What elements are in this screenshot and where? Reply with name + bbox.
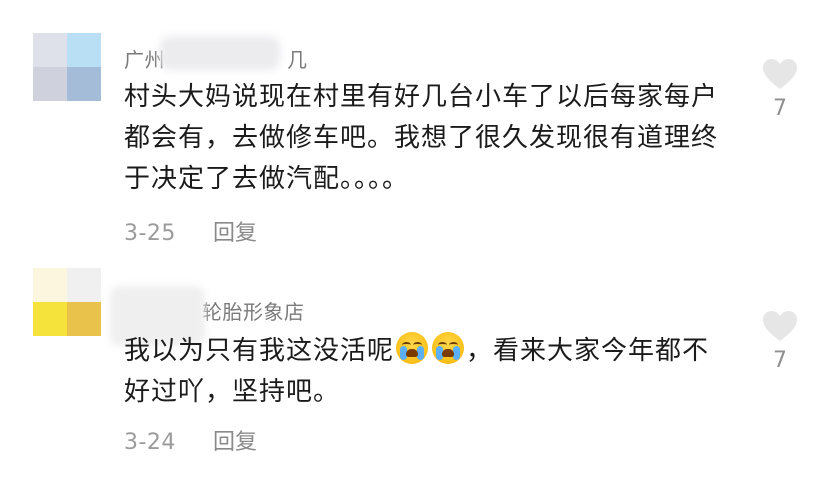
- avatar-mosaic-cell: [33, 33, 67, 67]
- name-blur-mask: [160, 36, 280, 70]
- username-visible-prefix: 广州: [124, 48, 165, 72]
- crying-face-icon: [432, 332, 465, 364]
- like-button[interactable]: 7: [758, 310, 802, 373]
- heart-icon: [763, 59, 797, 89]
- avatar[interactable]: [33, 268, 101, 336]
- avatar-mosaic-cell: [33, 67, 67, 101]
- avatar-mosaic-cell: [33, 302, 67, 336]
- username-visible-suffix: 轮胎形象店: [202, 300, 305, 324]
- comment-text: 我以为只有我这没活呢 ，看来大家今年都不好过吖，坚持吧。: [124, 331, 736, 413]
- reply-button[interactable]: 回复: [213, 430, 257, 455]
- username-visible-suffix: 几: [287, 48, 308, 72]
- avatar[interactable]: [33, 33, 101, 101]
- avatar-mosaic-cell: [33, 268, 67, 302]
- like-button[interactable]: 7: [758, 58, 802, 121]
- avatar-mosaic-cell: [67, 33, 101, 67]
- comment-date: 3-24: [124, 430, 176, 455]
- comment-meta: 3-24 回复: [124, 424, 257, 456]
- avatar-mosaic-cell: [67, 302, 101, 336]
- comment-item: 广州 几 村头大妈说现在村里有好几台小车了以后每家每户都会有，去做修车吧。我想了…: [0, 0, 828, 260]
- crying-face-icon: [396, 332, 429, 364]
- comment-date: 3-25: [124, 221, 176, 246]
- avatar-mosaic-cell: [67, 268, 101, 302]
- avatar-mosaic-cell: [67, 67, 101, 101]
- like-count: 7: [773, 96, 787, 121]
- comment-item: 轮胎形象店 我以为只有我这没活呢 ，看来大家今年都不好过吖，坚持吧。 3-24 回…: [0, 260, 828, 484]
- comment-text-start: 我以为只有我这没活呢: [124, 336, 395, 366]
- comment-text: 村头大妈说现在村里有好几台小车了以后每家每户都会有，去做修车吧。我想了很久发现很…: [124, 82, 719, 194]
- comment-meta: 3-25 回复: [124, 215, 257, 247]
- reply-button[interactable]: 回复: [213, 221, 257, 246]
- like-count: 7: [773, 348, 787, 373]
- heart-icon: [763, 311, 797, 341]
